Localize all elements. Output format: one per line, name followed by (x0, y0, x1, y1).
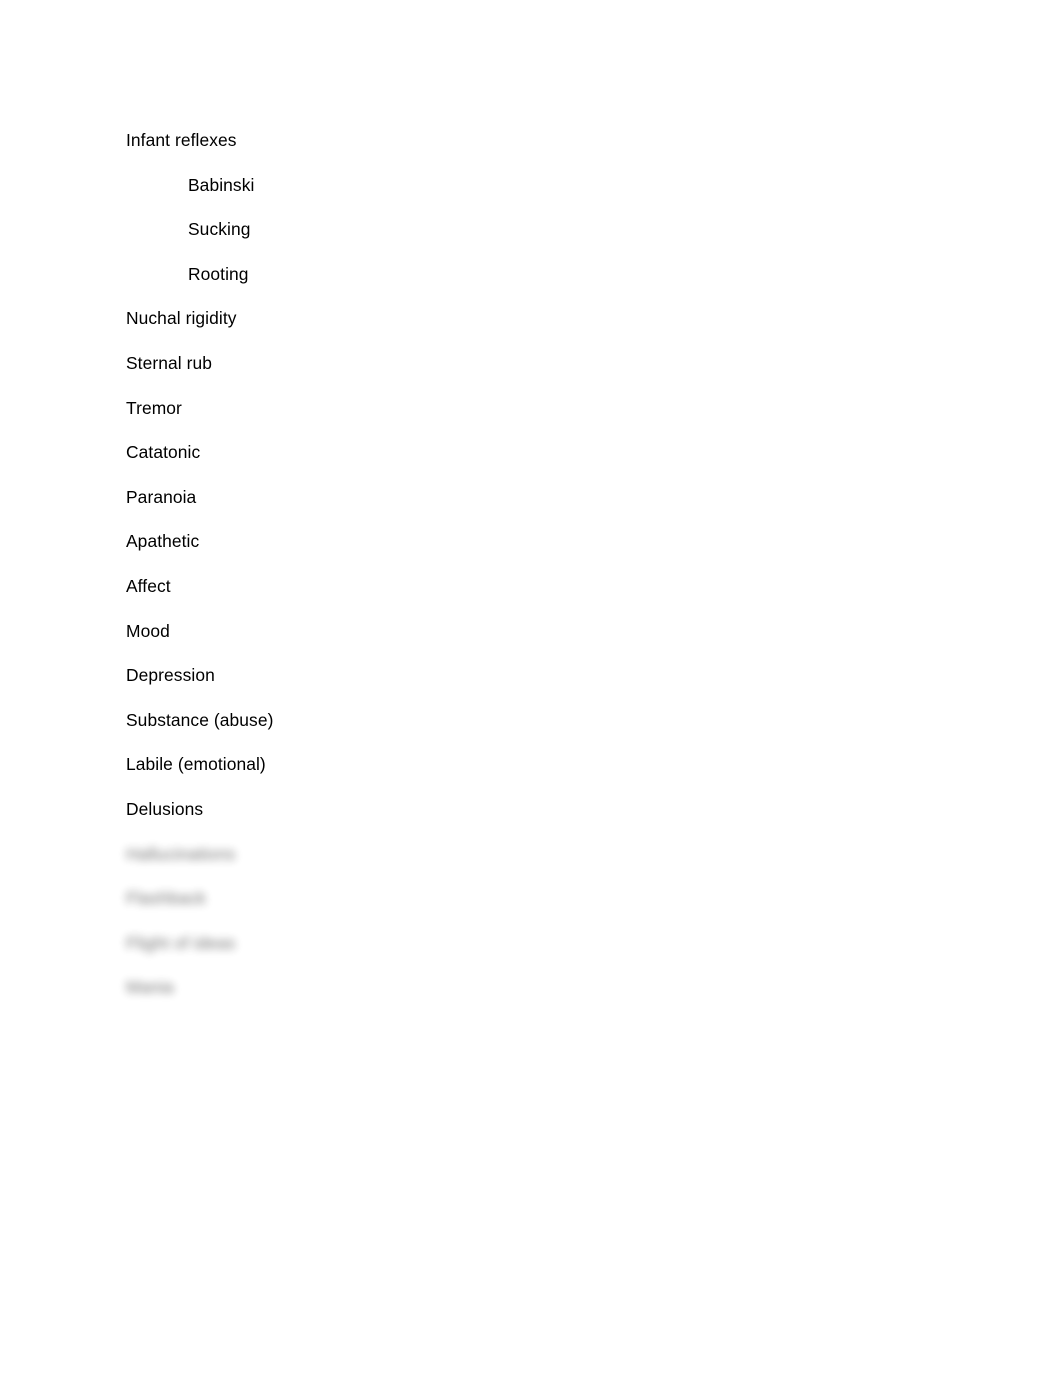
outline-line: Nuchal rigidity (126, 308, 237, 329)
outline-line-redacted: Mania (126, 977, 174, 998)
outline-line-redacted: Flight of ideas (126, 932, 236, 953)
outline-line: Paranoia (126, 486, 197, 507)
outline-line-redacted: Hallucinations (126, 843, 236, 864)
outline-line: Substance (abuse) (126, 709, 274, 730)
outline-list: Infant reflexes Babinski Sucking Rooting Nuc… (126, 118, 946, 1010)
outline-line: Depression (126, 665, 215, 686)
outline-line: Apathetic (126, 531, 200, 552)
outline-line: Mood (126, 620, 170, 641)
document-page: Infant reflexes Babinski Sucking Rooting Nuc… (0, 0, 1062, 1376)
outline-line: Sternal rub (126, 352, 213, 373)
outline-line: Affect (126, 575, 171, 596)
outline-line: Babinski (188, 174, 255, 195)
outline-line: Rooting (188, 263, 249, 284)
outline-line-redacted: Flashback (126, 888, 207, 909)
outline-line: Infant reflexes (126, 130, 237, 150)
outline-line: Delusions (126, 798, 204, 819)
outline-line: Labile (emotional) (126, 754, 266, 775)
outline-line: Catatonic (126, 442, 201, 463)
outline-line: Sucking (188, 219, 251, 240)
outline-line: Tremor (126, 397, 182, 418)
